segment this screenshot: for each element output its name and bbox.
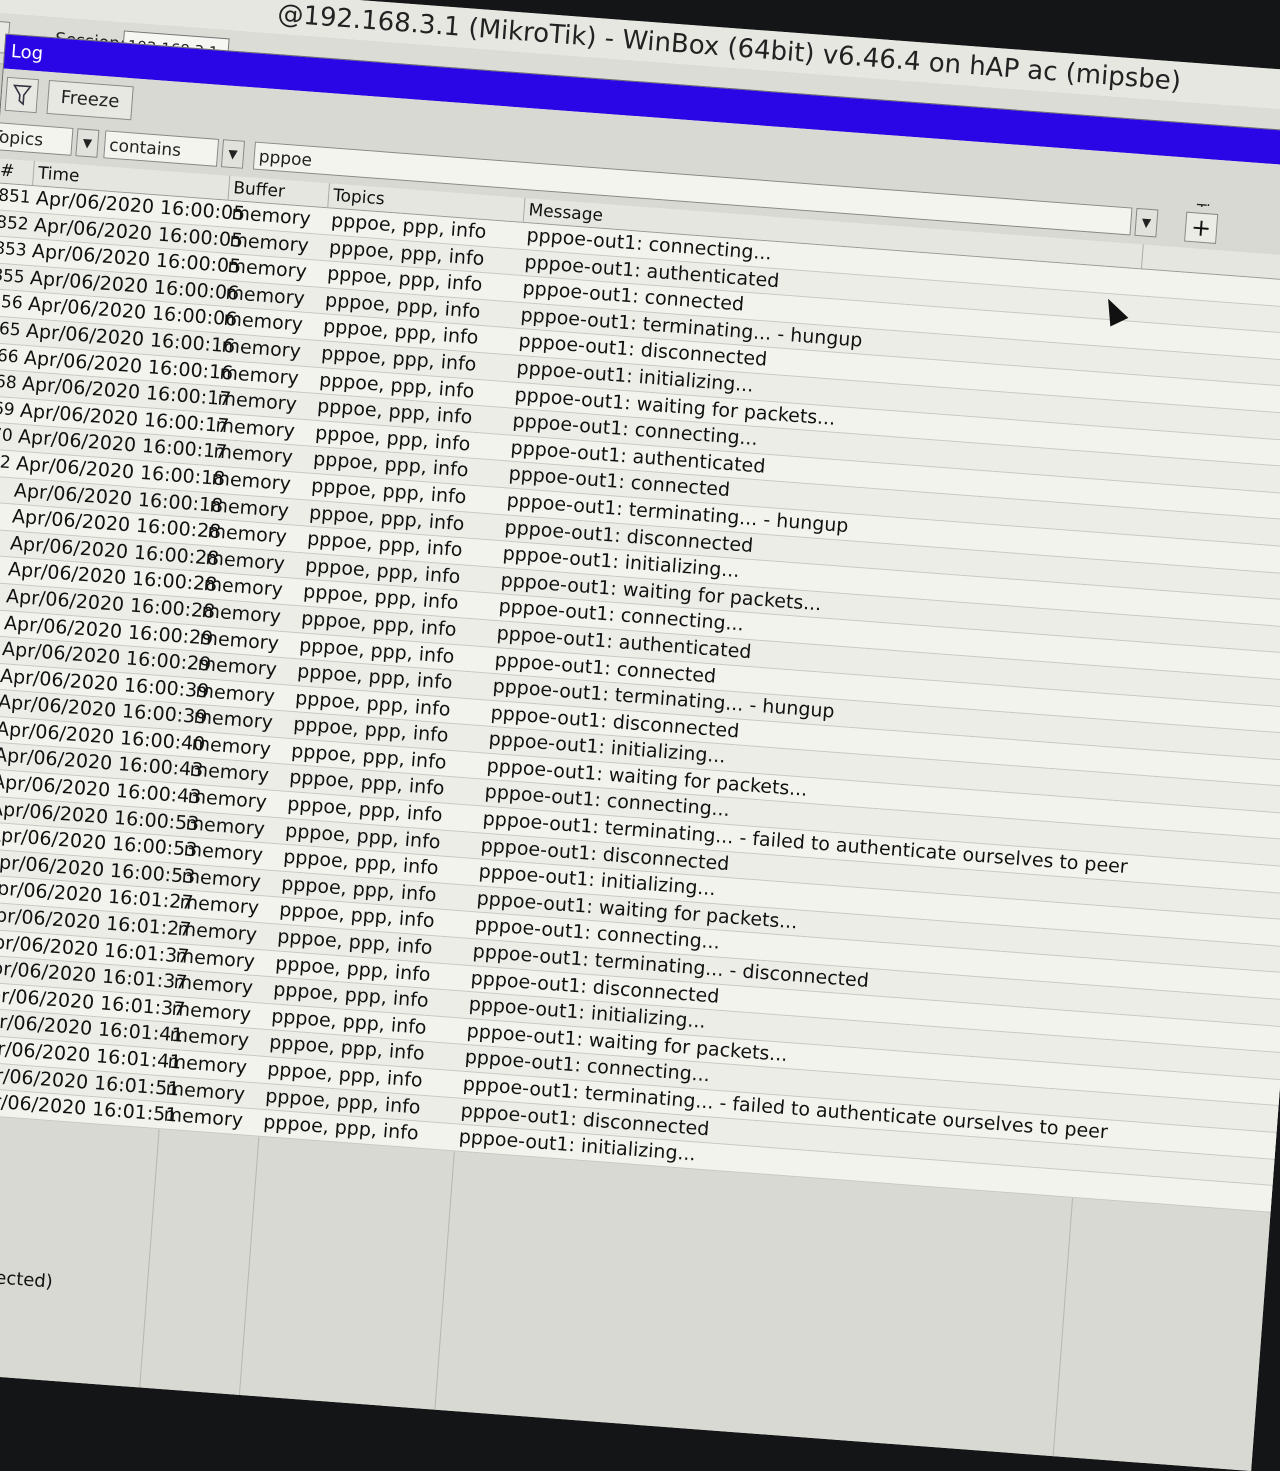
- row-number: 851: [0, 183, 33, 211]
- dropdown-arrow-icon: ▼: [1141, 215, 1151, 230]
- row-number: 856: [0, 289, 25, 317]
- row-number: 853: [0, 236, 29, 264]
- filter-field-select[interactable]: Topics: [0, 122, 73, 156]
- dropdown-arrow-icon: ▼: [228, 147, 238, 162]
- status-bar: 00 (1 selected): [0, 1259, 517, 1330]
- log-table: # Time Buffer Topics Message 851Apr/06/2…: [0, 158, 1280, 1213]
- filter-operator-dropdown[interactable]: ▼: [221, 139, 245, 169]
- row-number: 865: [0, 316, 23, 344]
- log-window-title: Log: [10, 41, 44, 64]
- row-number: 855: [0, 263, 27, 291]
- row-number: 852: [0, 210, 31, 238]
- winbox-screen: @192.168.3.1 (MikroTik) - WinBox (64bit)…: [0, 0, 1280, 1471]
- log-window: Log Freeze Tin Topics ▼ contains ▼ pppoe…: [0, 34, 1280, 1471]
- dropdown-arrow-icon: ▼: [82, 136, 92, 151]
- filter-operator-select[interactable]: contains: [103, 130, 219, 166]
- row-number: 868: [0, 369, 19, 397]
- row-number: 866: [0, 342, 21, 370]
- freeze-button[interactable]: Freeze: [46, 80, 133, 120]
- filter-value-dropdown[interactable]: ▼: [1134, 208, 1158, 238]
- table-body: 851Apr/06/2020 16:00:05memorypppoe, ppp,…: [0, 183, 1280, 1213]
- filter-button[interactable]: [5, 77, 39, 113]
- add-filter-button[interactable]: +: [1184, 212, 1218, 244]
- filter-icon: [6, 78, 38, 112]
- column-header-number[interactable]: #: [0, 158, 35, 185]
- filter-field-dropdown[interactable]: ▼: [75, 128, 99, 158]
